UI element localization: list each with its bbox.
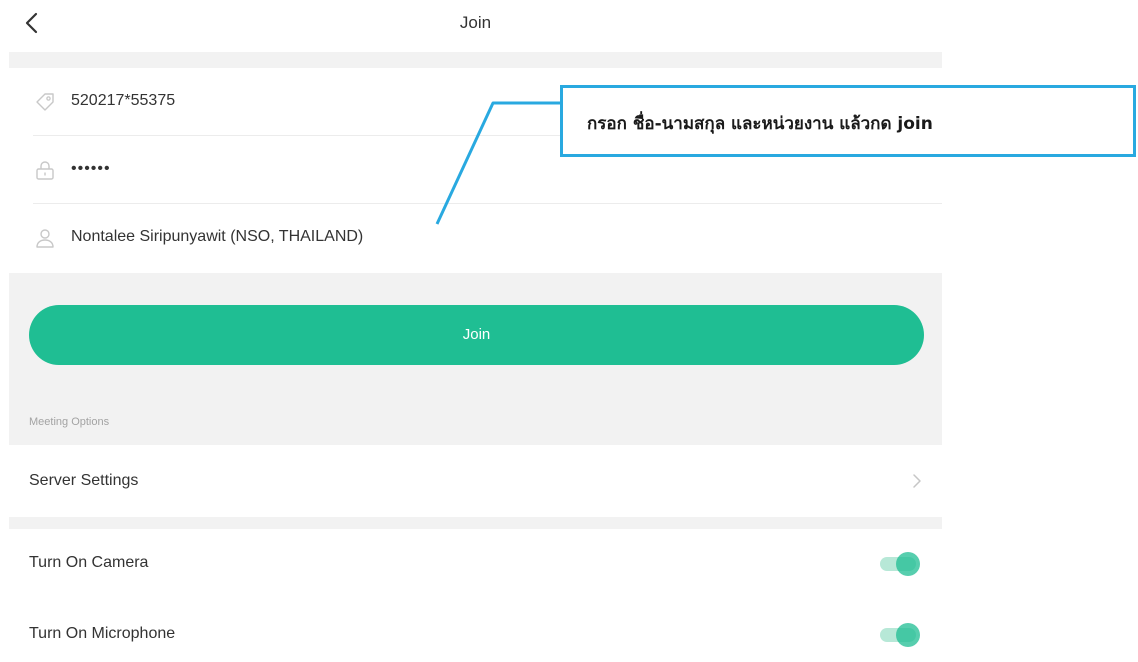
annotation-callout: กรอก ชื่อ-นามสกุล และหน่วยงาน แล้วกด joi…: [560, 85, 1136, 157]
microphone-row: Turn On Microphone: [9, 597, 942, 662]
annotation-text: กรอก ชื่อ-นามสกุล และหน่วยงาน แล้วกด joi…: [587, 114, 933, 134]
microphone-toggle[interactable]: [880, 623, 920, 647]
camera-toggle[interactable]: [880, 552, 920, 576]
app-window: Join 520217*55375 •••••• Nontalee Siripu…: [0, 0, 1138, 662]
lock-icon: [33, 158, 57, 182]
person-icon: [33, 226, 57, 250]
toggle-knob: [896, 552, 920, 576]
divider: [9, 52, 942, 68]
server-settings-row[interactable]: Server Settings: [9, 445, 942, 517]
meeting-id-input[interactable]: [71, 92, 591, 110]
server-settings-label: Server Settings: [29, 472, 139, 489]
microphone-label: Turn On Microphone: [29, 625, 176, 642]
password-input[interactable]: [71, 160, 591, 178]
page-title: Join: [459, 13, 492, 32]
tag-icon: [33, 90, 57, 114]
meeting-options-label: Meeting Options: [29, 416, 110, 428]
join-section: Join Meeting Options: [9, 273, 942, 445]
join-button[interactable]: Join: [29, 305, 924, 365]
display-name-input[interactable]: [71, 228, 591, 246]
display-name-row: [9, 204, 942, 272]
header-bar: Join: [9, 0, 942, 52]
camera-row: Turn On Camera: [9, 529, 942, 597]
divider: [9, 517, 942, 529]
chevron-right-icon: [910, 473, 924, 489]
toggle-knob: [896, 623, 920, 647]
camera-label: Turn On Camera: [29, 554, 149, 571]
